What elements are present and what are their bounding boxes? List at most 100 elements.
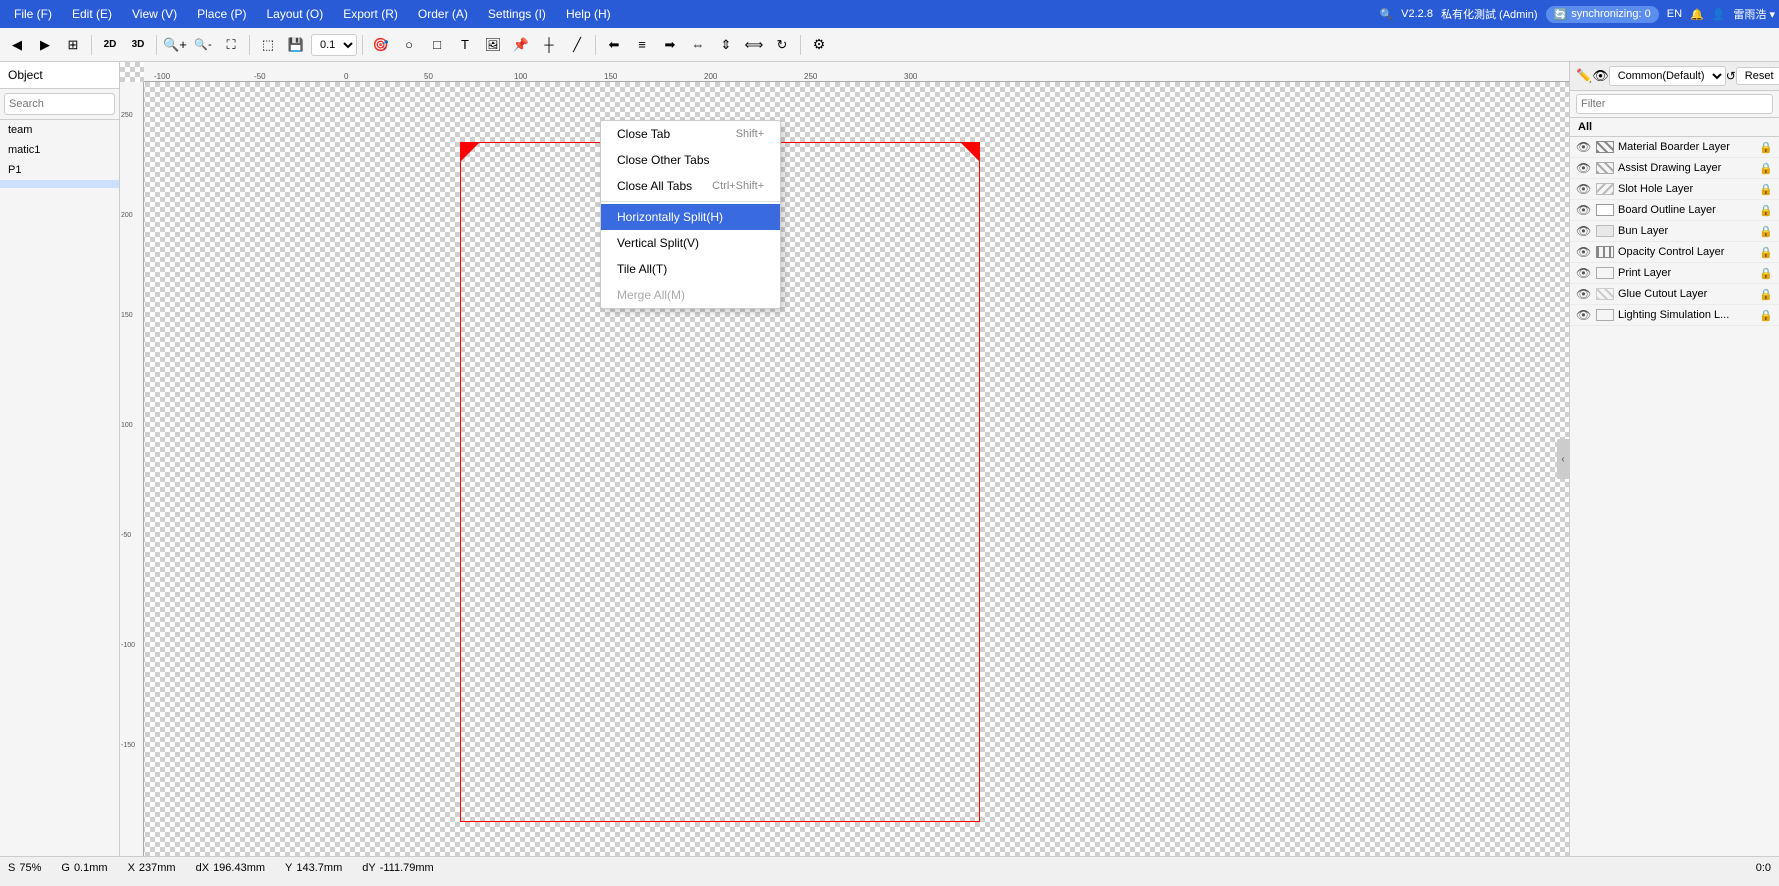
grid-btn[interactable]: ⊞ — [60, 32, 86, 58]
status-dx-label: dX — [196, 862, 209, 874]
zoom-dropdown[interactable]: 0.10.51 — [311, 34, 357, 56]
3d-btn[interactable]: 3D — [125, 32, 151, 58]
lock-icon-slot-hole[interactable]: 🔒 — [1759, 183, 1773, 196]
menu-bar: File (F) Edit (E) View (V) Place (P) Lay… — [0, 0, 1779, 28]
mirror-btn[interactable]: ⟺ — [741, 32, 767, 58]
canvas-content: -100 -50 0 50 100 150 200 250 300 250 20… — [120, 62, 1569, 856]
context-menu-close-tab[interactable]: Close Tab Shift+ — [601, 121, 780, 147]
context-menu-close-all-tabs[interactable]: Close All Tabs Ctrl+Shift+ — [601, 173, 780, 199]
eye-icon-bun[interactable]: 👁 — [1576, 224, 1592, 238]
2d-btn[interactable]: 2D — [97, 32, 123, 58]
fit-btn[interactable]: ⛶ — [218, 32, 244, 58]
zoom-out-btn[interactable]: 🔍- — [190, 32, 216, 58]
status-dx: dX 196.43mm — [196, 862, 265, 874]
menu-place[interactable]: Place (P) — [187, 5, 256, 23]
menu-export[interactable]: Export (R) — [333, 5, 408, 23]
eye-icon-glue-cutout[interactable]: 👁 — [1576, 287, 1592, 301]
layer-item-assist-drawing: 👁 Assist Drawing Layer 🔒 — [1570, 158, 1779, 179]
filter-input[interactable] — [1576, 94, 1773, 114]
search-input[interactable] — [4, 93, 115, 115]
layer-swatch-board-outline — [1596, 204, 1614, 216]
route-btn[interactable]: ╱ — [564, 32, 590, 58]
lang-label[interactable]: EN — [1667, 8, 1682, 20]
ruler-tick-v: -100 — [121, 642, 135, 649]
lock-icon-bun[interactable]: 🔒 — [1759, 225, 1773, 238]
align-right-btn[interactable]: ➡ — [657, 32, 683, 58]
left-panel-object-tab[interactable]: Object — [0, 62, 119, 89]
rect-btn[interactable]: □ — [424, 32, 450, 58]
collapse-handle[interactable]: ‹ — [1557, 439, 1569, 479]
notification-icon[interactable]: 🔔 — [1690, 8, 1704, 21]
eye-icon-assist-drawing[interactable]: 👁 — [1576, 161, 1592, 175]
menu-file[interactable]: File (F) — [4, 5, 62, 23]
align-left-btn[interactable]: ⬅ — [601, 32, 627, 58]
preset-select[interactable]: Common(Default) — [1609, 66, 1726, 86]
reset-button[interactable]: Reset — [1736, 67, 1779, 85]
list-item-blank[interactable] — [0, 180, 119, 188]
circle-btn[interactable]: ○ — [396, 32, 422, 58]
ruler-tick: 50 — [424, 72, 433, 81]
menu-settings[interactable]: Settings (I) — [478, 5, 556, 23]
select-btn[interactable]: ⬚ — [255, 32, 281, 58]
layer-name-lighting-sim: Lighting Simulation L... — [1618, 309, 1755, 321]
status-s-value: 75% — [19, 862, 41, 874]
layer-name-material-border: Material Boarder Layer — [1618, 141, 1755, 153]
align-center-btn[interactable]: ≡ — [629, 32, 655, 58]
all-label: All — [1570, 118, 1779, 137]
save-btn[interactable]: 💾 — [283, 32, 309, 58]
list-item-matic1[interactable]: matic1 — [0, 140, 119, 160]
lock-icon-glue-cutout[interactable]: 🔒 — [1759, 288, 1773, 301]
context-menu: Close Tab Shift+ Close Other Tabs Close … — [600, 120, 781, 309]
layer-item-lighting-sim: 👁 Lighting Simulation L... 🔒 — [1570, 305, 1779, 326]
status-g: G 0.1mm — [61, 862, 107, 874]
snap-btn[interactable]: 🎯 — [368, 32, 394, 58]
wire-btn[interactable]: ┼ — [536, 32, 562, 58]
context-menu-horizontal-split[interactable]: Horizontally Split(H) — [601, 204, 780, 230]
eye-icon-board-outline[interactable]: 👁 — [1576, 203, 1592, 217]
status-g-value: 0.1mm — [74, 862, 108, 874]
status-g-label: G — [61, 862, 70, 874]
eye-icon-print[interactable]: 👁 — [1576, 266, 1592, 280]
lock-icon-material-border[interactable]: 🔒 — [1759, 141, 1773, 154]
menu-order[interactable]: Order (A) — [408, 5, 478, 23]
pin-btn[interactable]: 📌 — [508, 32, 534, 58]
image-btn[interactable]: 🖼 — [480, 32, 506, 58]
layer-swatch-material-border — [1596, 141, 1614, 153]
layer-swatch-print — [1596, 267, 1614, 279]
eye-icon-header[interactable]: 👁 — [1592, 68, 1609, 84]
lock-icon-opacity-control[interactable]: 🔒 — [1759, 246, 1773, 259]
distribute-h-btn[interactable]: ⇔ — [685, 32, 711, 58]
context-menu-tile-all[interactable]: Tile All(T) — [601, 256, 780, 282]
eye-icon-lighting-sim[interactable]: 👁 — [1576, 308, 1592, 322]
layer-item-material-border: 👁 Material Boarder Layer 🔒 — [1570, 137, 1779, 158]
menu-help[interactable]: Help (H) — [556, 5, 621, 23]
search-icon[interactable]: 🔍 — [1379, 8, 1393, 21]
context-menu-vertical-split[interactable]: Vertical Split(V) — [601, 230, 780, 256]
lock-icon-lighting-sim[interactable]: 🔒 — [1759, 309, 1773, 322]
distribute-v-btn[interactable]: ⇕ — [713, 32, 739, 58]
menu-view[interactable]: View (V) — [122, 5, 187, 23]
forward-btn[interactable]: ▶ — [32, 32, 58, 58]
context-menu-close-other-tabs[interactable]: Close Other Tabs — [601, 147, 780, 173]
menu-edit[interactable]: Edit (E) — [62, 5, 122, 23]
zoom-in-btn[interactable]: 🔍+ — [162, 32, 188, 58]
refresh-icon[interactable]: ↺ — [1726, 69, 1736, 83]
text-btn[interactable]: T — [452, 32, 478, 58]
back-btn[interactable]: ◀ — [4, 32, 30, 58]
lock-icon-assist-drawing[interactable]: 🔒 — [1759, 162, 1773, 175]
status-x: X 237mm — [128, 862, 176, 874]
list-item-team[interactable]: team — [0, 120, 119, 140]
rotate-btn[interactable]: ↻ — [769, 32, 795, 58]
eye-icon-material-border[interactable]: 👁 — [1576, 140, 1592, 154]
layer-name-opacity-control: Opacity Control Layer — [1618, 246, 1755, 258]
list-item-p1[interactable]: P1 — [0, 160, 119, 180]
sep6 — [800, 35, 801, 55]
eye-icon-opacity-control[interactable]: 👁 — [1576, 245, 1592, 259]
pen-icon[interactable]: ✏️ — [1576, 68, 1592, 84]
menu-layout[interactable]: Layout (O) — [257, 5, 334, 23]
lock-icon-board-outline[interactable]: 🔒 — [1759, 204, 1773, 217]
more-btn[interactable]: ⚙ — [806, 32, 832, 58]
avatar[interactable]: 👤 — [1712, 8, 1726, 21]
eye-icon-slot-hole[interactable]: 👁 — [1576, 182, 1592, 196]
lock-icon-print[interactable]: 🔒 — [1759, 267, 1773, 280]
